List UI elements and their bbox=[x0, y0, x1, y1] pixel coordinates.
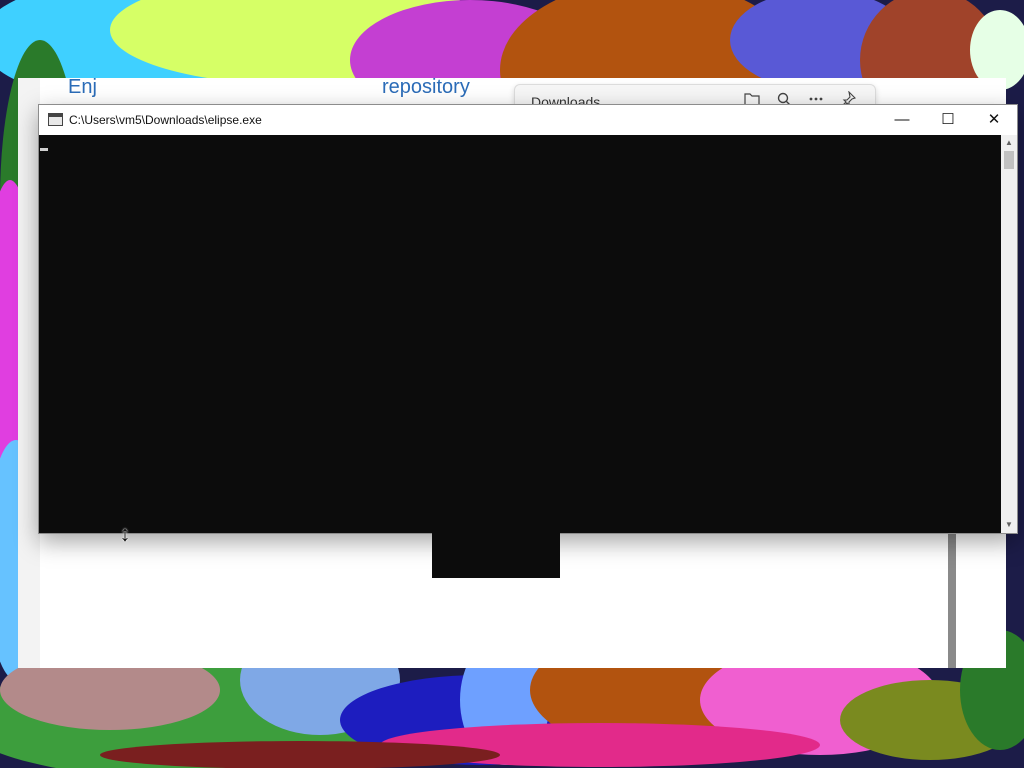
scroll-down-icon[interactable]: ▼ bbox=[1001, 517, 1017, 533]
scrollbar-thumb[interactable] bbox=[1004, 151, 1014, 169]
console-vertical-scrollbar[interactable]: ▲ ▼ bbox=[1001, 135, 1017, 533]
close-button[interactable]: ✕ bbox=[971, 105, 1017, 135]
browser-scrollbar[interactable] bbox=[948, 530, 956, 668]
console-app-icon bbox=[48, 113, 63, 126]
scroll-up-icon[interactable]: ▲ bbox=[1001, 135, 1017, 151]
render-artifact-block bbox=[432, 532, 560, 578]
minimize-button[interactable]: — bbox=[879, 105, 925, 135]
browser-partial-title: Enj bbox=[68, 78, 97, 98]
text-cursor bbox=[40, 148, 48, 151]
console-window[interactable]: C:\Users\vm5\Downloads\elipse.exe — ☐ ✕ … bbox=[38, 104, 1018, 534]
resize-cursor-icon: ↕ bbox=[119, 521, 131, 546]
browser-left-strip bbox=[18, 78, 40, 668]
maximize-button[interactable]: ☐ bbox=[925, 105, 971, 135]
console-title-bar[interactable]: C:\Users\vm5\Downloads\elipse.exe — ☐ ✕ bbox=[39, 105, 1017, 135]
console-title: C:\Users\vm5\Downloads\elipse.exe bbox=[69, 113, 262, 127]
browser-repository-title: repository bbox=[382, 78, 470, 98]
console-output-area[interactable] bbox=[39, 135, 1001, 533]
